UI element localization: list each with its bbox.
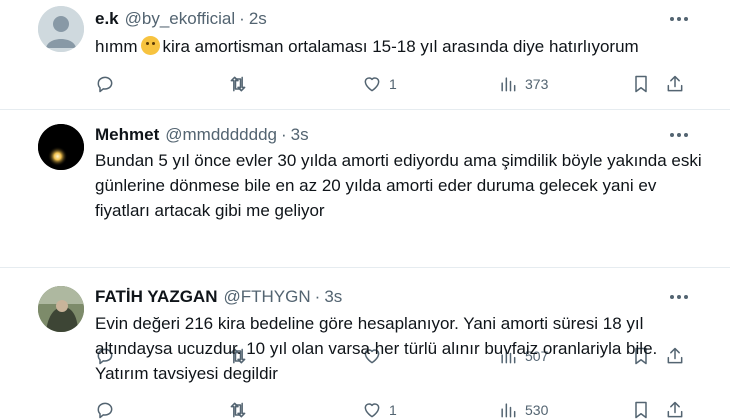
view-count: 530 xyxy=(525,402,549,418)
like-count: 1 xyxy=(389,76,397,92)
heart-icon xyxy=(364,403,380,418)
username[interactable]: @mmddddddg xyxy=(165,125,277,145)
bookmark-button[interactable] xyxy=(631,72,651,96)
tweet[interactable]: e.k @by_ekofficial · 2s hımm kira amortis… xyxy=(0,0,730,110)
avatar-mehmet[interactable] xyxy=(38,124,84,170)
tweet-text-part: kira amortisman ortalaması 15-18 yıl ara… xyxy=(162,37,639,56)
retweet-icon xyxy=(230,402,246,418)
username[interactable]: @FTHYGN xyxy=(223,287,310,307)
share-button[interactable] xyxy=(665,72,685,96)
reply-icon xyxy=(97,76,113,93)
timestamp[interactable]: 2s xyxy=(249,9,267,29)
face-with-monocle-emoji-icon xyxy=(140,36,160,55)
tweet-feed: e.k @by_ekofficial · 2s hımm kira amortis… xyxy=(0,0,730,420)
retweet-icon xyxy=(230,76,246,92)
avatar-default[interactable] xyxy=(38,6,84,52)
tweet-text: Evin değeri 216 kira bedeline göre hesap… xyxy=(95,314,658,383)
tweet-text: hımm kira amortisman ortalaması 15-18 yıl… xyxy=(95,34,705,59)
views-button[interactable]: 530 xyxy=(498,398,548,420)
tweet-text-part: hımm xyxy=(95,37,138,56)
analytics-icon xyxy=(501,403,516,418)
avatar-fatih[interactable] xyxy=(38,286,84,332)
retweet-button[interactable] xyxy=(228,398,248,420)
tweet-actions: 1 530 xyxy=(0,398,730,420)
tweet-header: FATİH YAZGAN @FTHYGN · 3s xyxy=(95,286,342,308)
share-button[interactable] xyxy=(665,398,685,420)
more-options-icon[interactable] xyxy=(668,124,690,146)
display-name[interactable]: e.k xyxy=(95,9,119,29)
more-options-icon[interactable] xyxy=(668,286,690,308)
timestamp[interactable]: 3s xyxy=(324,287,342,307)
photo-avatar-icon xyxy=(38,286,84,332)
reply-icon xyxy=(97,402,113,419)
moon-glow-avatar-icon xyxy=(38,124,84,170)
bookmark-button[interactable] xyxy=(631,398,651,420)
reply-button[interactable] xyxy=(95,398,115,420)
default-user-icon xyxy=(38,6,84,52)
reply-button[interactable] xyxy=(95,72,115,96)
tweet-text: Bundan 5 yıl önce evler 30 yılda amorti … xyxy=(95,151,702,220)
separator-dot: · xyxy=(239,9,245,28)
heart-icon xyxy=(364,77,380,92)
separator-dot: · xyxy=(281,125,287,144)
tweet-header: Mehmet @mmddddddg · 3s xyxy=(95,124,309,146)
more-options-icon[interactable] xyxy=(668,8,690,30)
display-name[interactable]: FATİH YAZGAN xyxy=(95,287,217,307)
bookmark-icon xyxy=(635,401,647,419)
retweet-button[interactable] xyxy=(228,72,248,96)
tweet-actions: 1 373 xyxy=(0,72,730,96)
view-count: 373 xyxy=(525,76,549,92)
like-count: 1 xyxy=(389,402,397,418)
share-icon xyxy=(667,401,683,418)
views-button[interactable]: 373 xyxy=(498,72,548,96)
timestamp[interactable]: 3s xyxy=(291,125,309,145)
analytics-icon xyxy=(501,77,516,92)
share-icon xyxy=(667,75,683,92)
username[interactable]: @by_ekofficial xyxy=(125,9,236,29)
bookmark-icon xyxy=(635,75,647,93)
display-name[interactable]: Mehmet xyxy=(95,125,159,145)
like-button[interactable]: 1 xyxy=(362,72,397,96)
separator-dot: · xyxy=(314,287,321,306)
tweet-header: e.k @by_ekofficial · 2s xyxy=(95,8,267,30)
like-button[interactable]: 1 xyxy=(362,398,397,420)
